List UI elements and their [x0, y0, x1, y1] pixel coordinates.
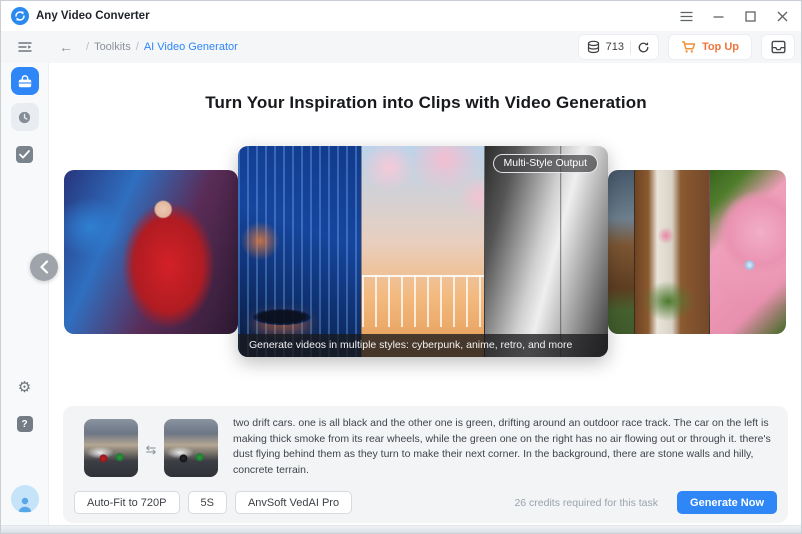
- style-panel-retro: [484, 146, 608, 357]
- user-icon: [18, 497, 31, 512]
- sidebar-item-history[interactable]: [10, 103, 39, 131]
- input-thumbnail-start[interactable]: [84, 419, 138, 477]
- app-window: Any Video Converter ← / Toolkits / AI Vi…: [0, 0, 802, 534]
- cart-icon: [681, 41, 696, 53]
- divider: [629, 40, 631, 54]
- top-up-button[interactable]: Top Up: [667, 34, 752, 60]
- option-resolution[interactable]: Auto-Fit to 720P: [74, 491, 180, 514]
- minimize-button[interactable]: [712, 10, 725, 23]
- refresh-credits-button[interactable]: [637, 41, 650, 54]
- toolbar: ← / Toolkits / AI Video Generator 713 To…: [1, 31, 801, 63]
- nature-panel-window-flowers: [634, 170, 709, 334]
- coins-icon: [587, 40, 599, 54]
- user-avatar[interactable]: [10, 485, 39, 513]
- credits-pill: 713: [577, 34, 659, 60]
- top-up-label: Top Up: [701, 41, 739, 53]
- sidebar-collapse-button[interactable]: [1, 41, 49, 53]
- window-bottom-edge: [1, 525, 801, 533]
- sidebar-item-settings[interactable]: ⚙: [18, 380, 31, 395]
- nature-panel-pink-flower: [709, 170, 786, 334]
- style-panel-anime: [360, 146, 485, 357]
- nature-panel-cabin: [608, 170, 634, 334]
- generate-now-button[interactable]: Generate Now: [677, 491, 777, 514]
- multi-style-card: Multi-Style Output Generate videos in mu…: [238, 146, 608, 357]
- clock-icon: [18, 111, 31, 123]
- chevron-left-icon: [40, 260, 49, 274]
- nature-card: [608, 170, 786, 334]
- prompt-text: two drift cars. one is all black and the…: [233, 417, 771, 476]
- option-model[interactable]: AnvSoft VedAI Pro: [234, 491, 353, 514]
- credits-required-note: 26 credits required for this task: [514, 496, 659, 509]
- app-title: Any Video Converter: [36, 10, 150, 22]
- inbox-button[interactable]: [761, 34, 795, 60]
- back-button[interactable]: ←: [59, 39, 73, 55]
- carousel-prev-button[interactable]: [30, 253, 58, 281]
- app-logo-icon: [11, 7, 29, 25]
- toolbox-icon: [18, 74, 31, 87]
- input-thumbnail-end[interactable]: [164, 419, 218, 477]
- breadcrumb-current-page: AI Video Generator: [143, 41, 238, 53]
- swap-icon: ⇆: [145, 442, 157, 457]
- page-title: Turn Your Inspiration into Clips with Vi…: [205, 93, 647, 112]
- multi-style-badge: Multi-Style Output: [492, 154, 598, 173]
- sidebar-item-tasks[interactable]: [16, 146, 33, 163]
- main-content: Turn Your Inspiration into Clips with Vi…: [49, 63, 801, 525]
- refresh-icon: [638, 41, 649, 52]
- style-panel-cyberpunk: [238, 146, 361, 357]
- inbox-icon: [771, 40, 786, 54]
- sidebar-item-toolkit[interactable]: [10, 67, 39, 95]
- style-carousel: Multi-Style Output Generate videos in mu…: [64, 146, 786, 358]
- options-row: Auto-Fit to 720P 5S AnvSoft VedAI Pro 26…: [74, 491, 777, 514]
- breadcrumb-separator: /: [86, 41, 90, 53]
- carousel-image-singer: [64, 170, 238, 334]
- breadcrumb-toolkits[interactable]: Toolkits: [94, 41, 131, 53]
- gear-icon: ⚙: [17, 379, 32, 396]
- sidebar: ⚙ ?: [1, 63, 49, 525]
- credits-count: 713: [605, 41, 624, 53]
- maximize-button[interactable]: [744, 10, 757, 23]
- window-menu-button[interactable]: [680, 10, 693, 23]
- sidebar-item-help[interactable]: ?: [16, 416, 33, 432]
- check-icon: [19, 150, 30, 159]
- close-button[interactable]: [776, 10, 789, 23]
- collapse-menu-icon: [18, 42, 32, 52]
- breadcrumb-separator: /: [135, 41, 139, 53]
- task-panel: ⇆ two drift cars. one is all black and t…: [63, 406, 788, 523]
- title-bar: Any Video Converter: [1, 1, 801, 31]
- help-icon: ?: [21, 418, 28, 430]
- carousel-caption: Generate videos in multiple styles: cybe…: [238, 334, 608, 357]
- option-duration[interactable]: 5S: [187, 491, 227, 514]
